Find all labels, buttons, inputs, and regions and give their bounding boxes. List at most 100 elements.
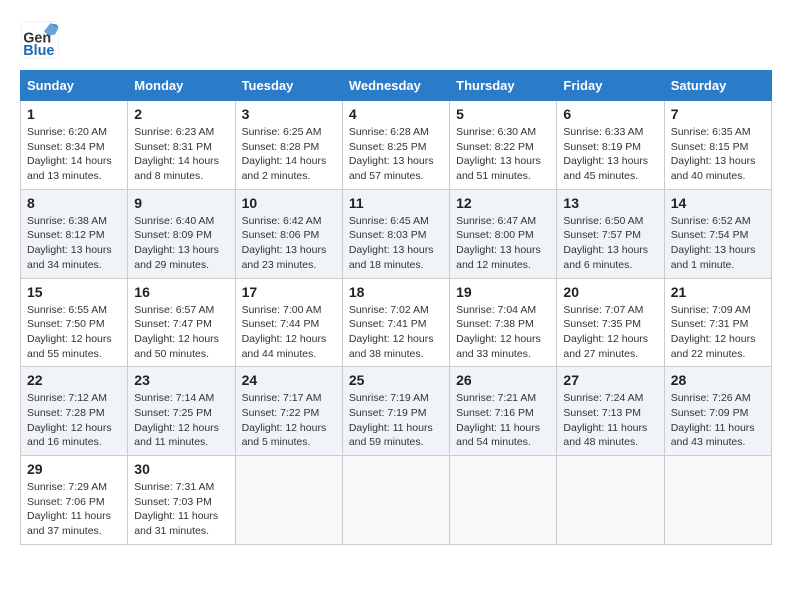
calendar-cell: 26 Sunrise: 7:21 AMSunset: 7:16 PMDayligh… — [450, 367, 557, 456]
day-number: 22 — [27, 372, 121, 388]
day-info: Sunrise: 6:38 AMSunset: 8:12 PMDaylight:… — [27, 214, 121, 273]
day-info: Sunrise: 6:23 AMSunset: 8:31 PMDaylight:… — [134, 125, 228, 184]
day-number: 11 — [349, 195, 443, 211]
calendar-cell: 15 Sunrise: 6:55 AMSunset: 7:50 PMDayligh… — [21, 278, 128, 367]
day-info: Sunrise: 6:25 AMSunset: 8:28 PMDaylight:… — [242, 125, 336, 184]
day-number: 23 — [134, 372, 228, 388]
logo: Gen Blue — [20, 20, 60, 60]
weekday-header-tuesday: Tuesday — [235, 71, 342, 101]
calendar-cell: 27 Sunrise: 7:24 AMSunset: 7:13 PMDayligh… — [557, 367, 664, 456]
calendar-cell: 7 Sunrise: 6:35 AMSunset: 8:15 PMDaylight… — [664, 101, 771, 190]
day-info: Sunrise: 7:19 AMSunset: 7:19 PMDaylight:… — [349, 391, 443, 450]
calendar-cell: 3 Sunrise: 6:25 AMSunset: 8:28 PMDaylight… — [235, 101, 342, 190]
calendar-week-5: 29 Sunrise: 7:29 AMSunset: 7:06 PMDayligh… — [21, 456, 772, 545]
calendar-cell: 16 Sunrise: 6:57 AMSunset: 7:47 PMDayligh… — [128, 278, 235, 367]
weekday-header-monday: Monday — [128, 71, 235, 101]
calendar-cell: 8 Sunrise: 6:38 AMSunset: 8:12 PMDaylight… — [21, 189, 128, 278]
calendar-cell: 14 Sunrise: 6:52 AMSunset: 7:54 PMDayligh… — [664, 189, 771, 278]
day-number: 24 — [242, 372, 336, 388]
calendar-cell: 23 Sunrise: 7:14 AMSunset: 7:25 PMDayligh… — [128, 367, 235, 456]
day-info: Sunrise: 6:45 AMSunset: 8:03 PMDaylight:… — [349, 214, 443, 273]
logo-icon: Gen Blue — [20, 20, 60, 60]
day-number: 19 — [456, 284, 550, 300]
calendar-cell — [557, 456, 664, 545]
day-number: 16 — [134, 284, 228, 300]
day-info: Sunrise: 7:24 AMSunset: 7:13 PMDaylight:… — [563, 391, 657, 450]
day-number: 25 — [349, 372, 443, 388]
calendar-cell: 25 Sunrise: 7:19 AMSunset: 7:19 PMDayligh… — [342, 367, 449, 456]
day-number: 27 — [563, 372, 657, 388]
day-info: Sunrise: 7:21 AMSunset: 7:16 PMDaylight:… — [456, 391, 550, 450]
calendar-week-1: 1 Sunrise: 6:20 AMSunset: 8:34 PMDaylight… — [21, 101, 772, 190]
day-number: 30 — [134, 461, 228, 477]
calendar-cell: 17Sunrise: 7:00 AMSunset: 7:44 PMDayligh… — [235, 278, 342, 367]
day-info: Sunrise: 7:29 AMSunset: 7:06 PMDaylight:… — [27, 480, 121, 539]
day-number: 7 — [671, 106, 765, 122]
day-info: Sunrise: 6:52 AMSunset: 7:54 PMDaylight:… — [671, 214, 765, 273]
calendar-cell: 5 Sunrise: 6:30 AMSunset: 8:22 PMDaylight… — [450, 101, 557, 190]
day-info: Sunrise: 6:55 AMSunset: 7:50 PMDaylight:… — [27, 303, 121, 362]
day-number: 12 — [456, 195, 550, 211]
calendar-cell: 11 Sunrise: 6:45 AMSunset: 8:03 PMDayligh… — [342, 189, 449, 278]
day-info: Sunrise: 6:28 AMSunset: 8:25 PMDaylight:… — [349, 125, 443, 184]
day-info: Sunrise: 6:42 AMSunset: 8:06 PMDaylight:… — [242, 214, 336, 273]
day-info: Sunrise: 7:12 AMSunset: 7:28 PMDaylight:… — [27, 391, 121, 450]
weekday-header-wednesday: Wednesday — [342, 71, 449, 101]
day-number: 5 — [456, 106, 550, 122]
calendar-cell: 21 Sunrise: 7:09 AMSunset: 7:31 PMDayligh… — [664, 278, 771, 367]
calendar-cell: 29 Sunrise: 7:29 AMSunset: 7:06 PMDayligh… — [21, 456, 128, 545]
calendar-week-3: 15 Sunrise: 6:55 AMSunset: 7:50 PMDayligh… — [21, 278, 772, 367]
day-number: 13 — [563, 195, 657, 211]
calendar-cell: 2 Sunrise: 6:23 AMSunset: 8:31 PMDaylight… — [128, 101, 235, 190]
day-number: 29 — [27, 461, 121, 477]
day-info: Sunrise: 7:17 AMSunset: 7:22 PMDaylight:… — [242, 391, 336, 450]
day-info: Sunrise: 7:07 AMSunset: 7:35 PMDaylight:… — [563, 303, 657, 362]
day-number: 2 — [134, 106, 228, 122]
calendar-week-4: 22 Sunrise: 7:12 AMSunset: 7:28 PMDayligh… — [21, 367, 772, 456]
calendar-cell: 9Sunrise: 6:40 AMSunset: 8:09 PMDaylight… — [128, 189, 235, 278]
day-number: 4 — [349, 106, 443, 122]
day-info: Sunrise: 7:02 AMSunset: 7:41 PMDaylight:… — [349, 303, 443, 362]
day-number: 15 — [27, 284, 121, 300]
calendar-cell: 18 Sunrise: 7:02 AMSunset: 7:41 PMDayligh… — [342, 278, 449, 367]
weekday-header-friday: Friday — [557, 71, 664, 101]
weekday-header-row: SundayMondayTuesdayWednesdayThursdayFrid… — [21, 71, 772, 101]
day-number: 14 — [671, 195, 765, 211]
calendar-cell: 13 Sunrise: 6:50 AMSunset: 7:57 PMDayligh… — [557, 189, 664, 278]
calendar-cell: 24 Sunrise: 7:17 AMSunset: 7:22 PMDayligh… — [235, 367, 342, 456]
day-number: 21 — [671, 284, 765, 300]
page-header: Gen Blue — [20, 20, 772, 60]
calendar-cell: 4 Sunrise: 6:28 AMSunset: 8:25 PMDaylight… — [342, 101, 449, 190]
weekday-header-thursday: Thursday — [450, 71, 557, 101]
day-info: Sunrise: 7:14 AMSunset: 7:25 PMDaylight:… — [134, 391, 228, 450]
day-info: Sunrise: 7:04 AMSunset: 7:38 PMDaylight:… — [456, 303, 550, 362]
day-info: Sunrise: 6:57 AMSunset: 7:47 PMDaylight:… — [134, 303, 228, 362]
svg-text:Blue: Blue — [23, 43, 54, 59]
day-info: Sunrise: 7:09 AMSunset: 7:31 PMDaylight:… — [671, 303, 765, 362]
day-info: Sunrise: 6:30 AMSunset: 8:22 PMDaylight:… — [456, 125, 550, 184]
calendar-cell: 30Sunrise: 7:31 AMSunset: 7:03 PMDayligh… — [128, 456, 235, 545]
calendar-cell — [450, 456, 557, 545]
day-number: 17 — [242, 284, 336, 300]
day-number: 18 — [349, 284, 443, 300]
calendar-cell: 20 Sunrise: 7:07 AMSunset: 7:35 PMDayligh… — [557, 278, 664, 367]
day-number: 10 — [242, 195, 336, 211]
day-info: Sunrise: 6:50 AMSunset: 7:57 PMDaylight:… — [563, 214, 657, 273]
calendar-cell: 22 Sunrise: 7:12 AMSunset: 7:28 PMDayligh… — [21, 367, 128, 456]
calendar-cell — [342, 456, 449, 545]
calendar-cell: 19 Sunrise: 7:04 AMSunset: 7:38 PMDayligh… — [450, 278, 557, 367]
day-number: 9 — [134, 195, 228, 211]
weekday-header-sunday: Sunday — [21, 71, 128, 101]
day-number: 20 — [563, 284, 657, 300]
day-number: 8 — [27, 195, 121, 211]
calendar-cell: 1 Sunrise: 6:20 AMSunset: 8:34 PMDaylight… — [21, 101, 128, 190]
day-info: Sunrise: 6:20 AMSunset: 8:34 PMDaylight:… — [27, 125, 121, 184]
day-number: 1 — [27, 106, 121, 122]
day-number: 6 — [563, 106, 657, 122]
day-number: 28 — [671, 372, 765, 388]
day-number: 3 — [242, 106, 336, 122]
day-info: Sunrise: 6:35 AMSunset: 8:15 PMDaylight:… — [671, 125, 765, 184]
day-number: 26 — [456, 372, 550, 388]
calendar-table: SundayMondayTuesdayWednesdayThursdayFrid… — [20, 70, 772, 545]
calendar-cell — [235, 456, 342, 545]
